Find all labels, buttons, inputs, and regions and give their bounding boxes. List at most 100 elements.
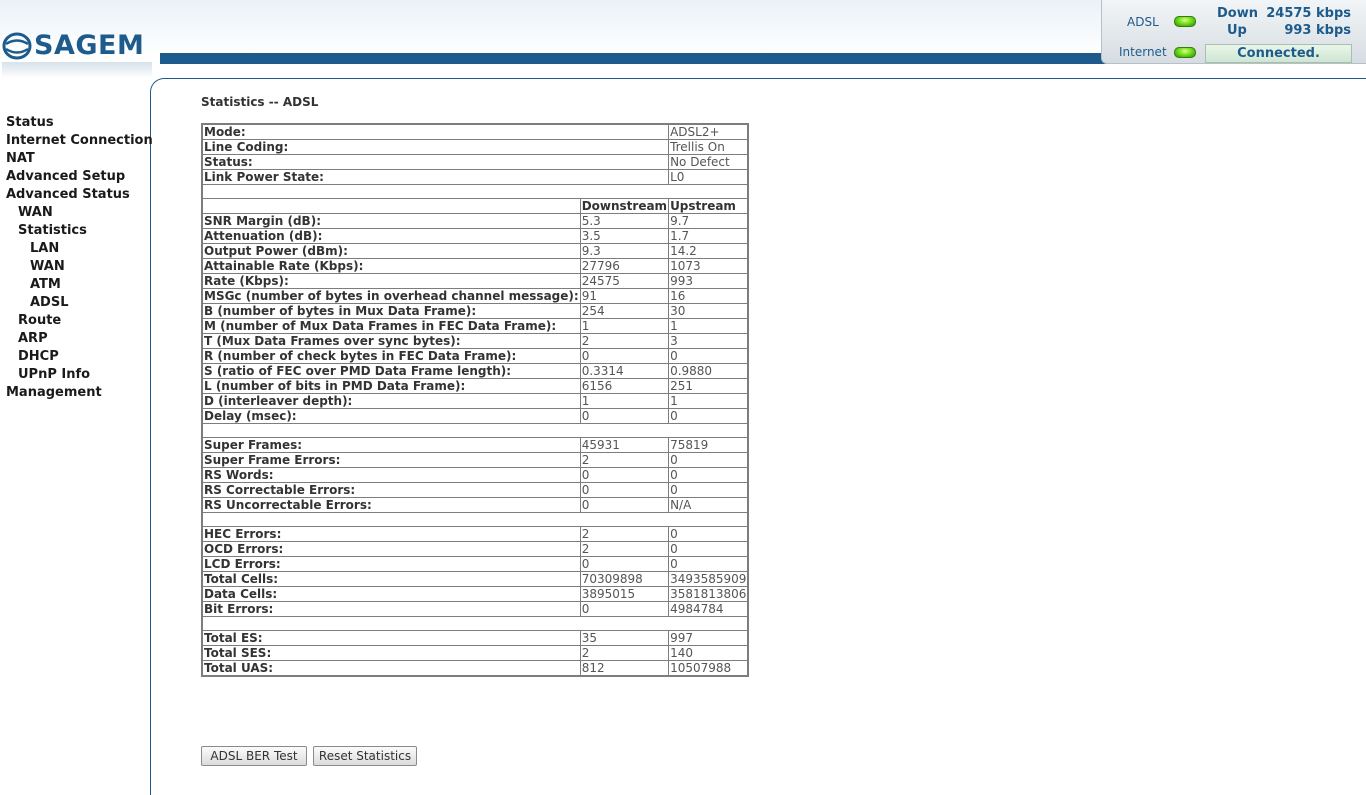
table-row: RS Uncorrectable Errors: 0 N/A	[201, 497, 749, 513]
table-row: SNR Margin (dB): 5.3 9.7	[201, 213, 749, 229]
upstream-value: 16	[668, 288, 749, 304]
downstream-value: 812	[579, 660, 670, 677]
sidebar-item-advanced-status[interactable]: Advanced Status	[6, 186, 130, 204]
upstream-value: N/A	[668, 497, 749, 513]
sidebar-item-arp[interactable]: ARP	[18, 330, 48, 348]
sagem-logo: SAGEM	[2, 28, 144, 64]
row-label: Super Frame Errors:	[201, 452, 581, 468]
row-label: Line Coding:	[201, 139, 670, 155]
downstream-value: 2	[579, 541, 670, 557]
internet-label: Internet	[1119, 45, 1167, 59]
upstream-value: 0	[668, 408, 749, 424]
row-label: Rate (Kbps):	[201, 273, 581, 289]
row-label: Super Frames:	[201, 437, 581, 453]
sidebar-item-status[interactable]: Status	[6, 114, 54, 132]
row-label: SNR Margin (dB):	[201, 213, 581, 229]
sidebar-item-management[interactable]: Management	[6, 384, 102, 402]
sidebar-item-route[interactable]: Route	[18, 312, 61, 330]
table-row: LCD Errors: 0 0	[201, 556, 749, 572]
connection-status-text: Connected.	[1205, 44, 1352, 63]
up-label: Up	[1227, 23, 1247, 38]
row-label: L (number of bits in PMD Data Frame):	[201, 378, 581, 394]
upstream-value: 10507988	[668, 660, 749, 677]
downstream-value: 0	[579, 601, 670, 617]
adsl-ber-test-button[interactable]: ADSL BER Test	[201, 746, 307, 766]
sidebar-item-statistics[interactable]: Statistics	[18, 222, 87, 240]
upstream-value: 0	[668, 482, 749, 498]
sidebar-item-dhcp[interactable]: DHCP	[18, 348, 59, 366]
upstream-value: 3581813806	[668, 586, 749, 602]
row-label: OCD Errors:	[201, 541, 581, 557]
sidebar-item-internet-connection[interactable]: Internet Connection	[6, 132, 153, 150]
row-label: Total SES:	[201, 645, 581, 661]
header-blank	[201, 198, 581, 214]
sagem-logo-icon	[2, 32, 32, 60]
table-row: Link Power State: L0	[201, 169, 749, 185]
table-row: Line Coding: Trellis On	[201, 139, 749, 155]
row-label: Delay (msec):	[201, 408, 581, 424]
table-row: Total UAS: 812 10507988	[201, 660, 749, 677]
table-row: Super Frame Errors: 2 0	[201, 452, 749, 468]
table-row: B (number of bytes in Mux Data Frame): 25…	[201, 303, 749, 319]
table-row: R (number of check bytes in FEC Data Fra…	[201, 348, 749, 364]
table-row: Data Cells: 3895015 3581813806	[201, 586, 749, 602]
row-value: L0	[668, 169, 749, 185]
downstream-value: 1	[579, 318, 670, 334]
row-value: ADSL2+	[668, 123, 749, 140]
up-rate: 993 kbps	[1284, 23, 1351, 38]
table-row: Total Cells: 70309898 3493585909	[201, 571, 749, 587]
downstream-value: 3895015	[579, 586, 670, 602]
upstream-value: 0	[668, 526, 749, 542]
table-spacer-row	[201, 512, 749, 527]
adsl-label: ADSL	[1127, 15, 1159, 29]
adsl-statistics-table: Mode: ADSL2+ Line Coding: Trellis On Status:…	[201, 123, 750, 677]
upstream-value: 4984784	[668, 601, 749, 617]
downstream-value: 0	[579, 497, 670, 513]
row-label: R (number of check bytes in FEC Data Fra…	[201, 348, 581, 364]
row-label: MSGc (number of bytes in overhead channe…	[201, 288, 581, 304]
downstream-value: 0	[579, 467, 670, 483]
table-header-row: Downstream Upstream	[201, 198, 749, 214]
row-label: LCD Errors:	[201, 556, 581, 572]
row-label: Data Cells:	[201, 586, 581, 602]
column-header-downstream: Downstream	[579, 198, 670, 214]
downstream-value: 35	[579, 630, 670, 646]
table-row: Delay (msec): 0 0	[201, 408, 749, 424]
row-value: No Defect	[668, 154, 749, 170]
table-row: M (number of Mux Data Frames in FEC Data…	[201, 318, 749, 334]
row-label: M (number of Mux Data Frames in FEC Data…	[201, 318, 581, 334]
sidebar-item-advanced-setup[interactable]: Advanced Setup	[6, 168, 125, 186]
table-row: RS Words: 0 0	[201, 467, 749, 483]
page-title: Statistics -- ADSL	[201, 95, 319, 109]
downstream-value: 27796	[579, 258, 670, 274]
row-label: RS Words:	[201, 467, 581, 483]
table-row: Total ES: 35 997	[201, 630, 749, 646]
table-row: Attenuation (dB): 3.5 1.7	[201, 228, 749, 244]
sidebar-item-lan[interactable]: LAN	[30, 240, 59, 258]
reset-statistics-button[interactable]: Reset Statistics	[313, 746, 417, 766]
row-label: RS Correctable Errors:	[201, 482, 581, 498]
row-label: Total ES:	[201, 630, 581, 646]
upstream-value: 75819	[668, 437, 749, 453]
upstream-value: 1073	[668, 258, 749, 274]
upstream-value: 140	[668, 645, 749, 661]
sidebar-item-upnp-info[interactable]: UPnP Info	[18, 366, 90, 384]
table-row: Attainable Rate (Kbps): 27796 1073	[201, 258, 749, 274]
downstream-value: 24575	[579, 273, 670, 289]
upstream-value: 30	[668, 303, 749, 319]
upstream-value: 1	[668, 393, 749, 409]
row-label: Attenuation (dB):	[201, 228, 581, 244]
sidebar-item-atm[interactable]: ATM	[30, 276, 61, 294]
row-label: S (ratio of FEC over PMD Data Frame leng…	[201, 363, 581, 379]
row-label: D (interleaver depth):	[201, 393, 581, 409]
sidebar-item-nat[interactable]: NAT	[6, 150, 35, 168]
sidebar-item-wan[interactable]: WAN	[18, 204, 53, 222]
downstream-value: 2	[579, 645, 670, 661]
spacer-cell	[201, 616, 749, 631]
downstream-value: 1	[579, 393, 670, 409]
spacer-cell	[201, 184, 749, 199]
upstream-value: 1.7	[668, 228, 749, 244]
sidebar-item-adsl[interactable]: ADSL	[30, 294, 69, 312]
sidebar-item-wan[interactable]: WAN	[30, 258, 65, 276]
upstream-value: 0.9880	[668, 363, 749, 379]
